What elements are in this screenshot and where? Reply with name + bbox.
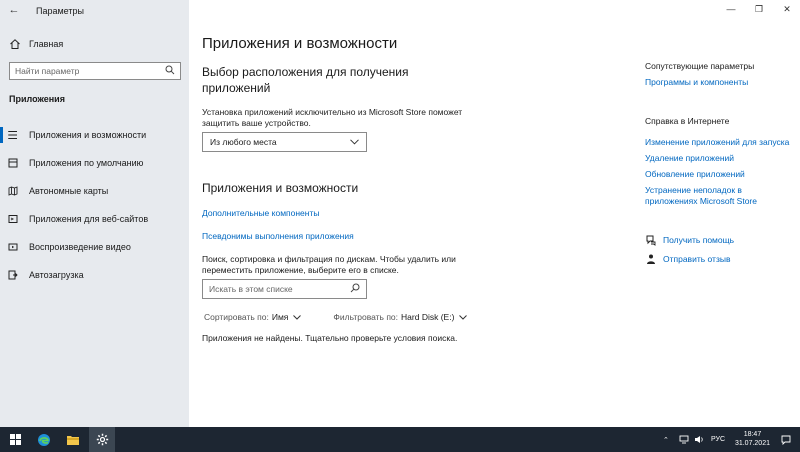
- sidebar-item-default-apps[interactable]: Приложения по умолчанию: [0, 149, 189, 177]
- web-help-title: Справка в Интернете: [645, 116, 730, 126]
- minimize-button[interactable]: —: [716, 2, 746, 16]
- home-icon: [9, 38, 21, 50]
- tray-network[interactable]: [679, 427, 689, 452]
- page-title: Приложения и возможности: [202, 35, 398, 52]
- startup-icon: [8, 270, 18, 280]
- speaker-icon: [695, 436, 703, 443]
- apps-list-icon: [8, 131, 17, 139]
- chat-help-icon: [645, 234, 657, 246]
- file-explorer-icon: [67, 435, 79, 445]
- map-icon: [8, 186, 18, 196]
- windows-logo-icon: [9, 434, 21, 445]
- search-placeholder: Найти параметр: [15, 66, 80, 76]
- maximize-button[interactable]: ❐: [744, 2, 774, 16]
- dropdown-value: Из любого места: [210, 137, 277, 147]
- sidebar-item-label: Воспроизведение видео: [29, 242, 131, 252]
- edge-browser-icon: [38, 433, 50, 446]
- sidebar-item-video-playback[interactable]: Воспроизведение видео: [0, 233, 189, 261]
- settings-window: ← Параметры Главная Найти параметр Прило…: [0, 0, 800, 427]
- tray-volume[interactable]: [694, 427, 704, 452]
- sort-label: Сортировать по:: [204, 312, 269, 322]
- default-apps-icon: [8, 158, 18, 168]
- search-icon[interactable]: [165, 65, 175, 78]
- related-settings-title: Сопутствующие параметры: [645, 61, 755, 71]
- help-link-store-troubleshoot[interactable]: Устранение неполадок в приложениях Micro…: [645, 185, 775, 207]
- taskbar-clock[interactable]: 18:47 31.07.2021: [735, 430, 770, 448]
- get-help-label: Получить помощь: [663, 235, 735, 245]
- filter-dropdown[interactable]: Фильтровать по: Hard Disk (E:): [333, 312, 468, 322]
- apps-section-title: Приложения и возможности: [202, 181, 359, 195]
- network-icon: [679, 435, 689, 444]
- sidebar-nav: Приложения и возможности Приложения по у…: [0, 121, 189, 289]
- help-link-startup-apps[interactable]: Изменение приложений для запуска: [645, 137, 789, 148]
- optional-features-link[interactable]: Дополнительные компоненты: [202, 208, 319, 218]
- home-nav-item[interactable]: Главная: [0, 33, 189, 55]
- notification-icon: [781, 435, 791, 445]
- sidebar-section-label: Приложения: [9, 94, 65, 104]
- language-indicator[interactable]: РУС: [711, 427, 725, 452]
- taskbar-edge-button[interactable]: [31, 427, 57, 452]
- send-feedback-link[interactable]: Отправить отзыв: [645, 253, 730, 265]
- taskbar-settings-button[interactable]: [89, 427, 115, 452]
- gear-icon: [96, 433, 108, 446]
- sidebar-item-label: Приложения по умолчанию: [29, 158, 144, 168]
- settings-search-input[interactable]: Найти параметр: [9, 62, 181, 80]
- filter-value: Hard Disk (E:): [401, 312, 455, 322]
- chevron-down-icon: [459, 313, 468, 322]
- sort-value: Имя: [271, 312, 289, 322]
- tray-overflow-button[interactable]: ⌃: [663, 427, 669, 452]
- sort-dropdown[interactable]: Сортировать по: Имя: [204, 312, 302, 322]
- window-title: Параметры: [36, 6, 84, 16]
- notifications-button[interactable]: [781, 427, 791, 452]
- sidebar-item-apps-features[interactable]: Приложения и возможности: [0, 121, 189, 149]
- start-button[interactable]: [2, 427, 28, 452]
- help-link-uninstall-apps[interactable]: Удаление приложений: [645, 153, 734, 164]
- sidebar-item-label: Автозагрузка: [29, 270, 84, 280]
- install-description: Установка приложений исключительно из Mi…: [202, 107, 463, 128]
- sidebar-item-label: Автономные карты: [29, 186, 109, 196]
- maximize-icon: ❐: [754, 3, 764, 14]
- back-button[interactable]: ←: [6, 3, 22, 17]
- sidebar-item-offline-maps[interactable]: Автономные карты: [0, 177, 189, 205]
- sidebar-item-label: Приложения для веб-сайтов: [29, 214, 149, 224]
- close-icon: ✕: [783, 3, 791, 14]
- feedback-icon: [645, 253, 657, 265]
- web-apps-icon: [8, 215, 18, 223]
- sort-filter-row: Сортировать по: Имя Фильтровать по: Hard…: [204, 312, 499, 322]
- clock-time: 18:47: [743, 431, 762, 438]
- app-aliases-link[interactable]: Псевдонимы выполнения приложения: [202, 231, 354, 241]
- search-icon[interactable]: [350, 283, 360, 295]
- close-button[interactable]: ✕: [772, 2, 800, 16]
- apps-search-input[interactable]: Искать в этом списке: [202, 279, 367, 299]
- back-arrow-icon: ←: [8, 4, 20, 16]
- empty-list-message: Приложения не найдены. Тщательно проверь…: [202, 333, 458, 343]
- taskbar: ⌃ РУС 18:47 31.07.2021: [0, 427, 800, 452]
- programs-features-link[interactable]: Программы и компоненты: [645, 77, 748, 88]
- search-description: Поиск, сортировка и фильтрация по дискам…: [202, 254, 456, 275]
- get-help-link[interactable]: Получить помощь: [645, 234, 734, 246]
- send-feedback-label: Отправить отзыв: [663, 254, 731, 264]
- chevron-down-icon: [293, 313, 302, 322]
- sidebar: ← Параметры Главная Найти параметр Прило…: [0, 0, 189, 427]
- chevron-down-icon: [350, 138, 359, 147]
- chevron-up-icon: ⌃: [663, 436, 669, 444]
- minimize-icon: —: [726, 4, 736, 14]
- clock-date: 31.07.2021: [734, 440, 770, 447]
- search-placeholder: Искать в этом списке: [209, 284, 293, 294]
- install-source-dropdown[interactable]: Из любого места: [202, 132, 367, 152]
- sidebar-item-web-apps[interactable]: Приложения для веб-сайтов: [0, 205, 189, 233]
- taskbar-explorer-button[interactable]: [60, 427, 86, 452]
- filter-label: Фильтровать по:: [333, 312, 399, 322]
- sidebar-item-startup[interactable]: Автозагрузка: [0, 261, 189, 289]
- sidebar-item-label: Приложения и возможности: [29, 130, 147, 140]
- help-link-update-apps[interactable]: Обновление приложений: [645, 169, 745, 180]
- install-section-title: Выбор расположения для получения приложе…: [202, 65, 409, 95]
- home-label: Главная: [29, 39, 64, 49]
- video-icon: [8, 243, 18, 251]
